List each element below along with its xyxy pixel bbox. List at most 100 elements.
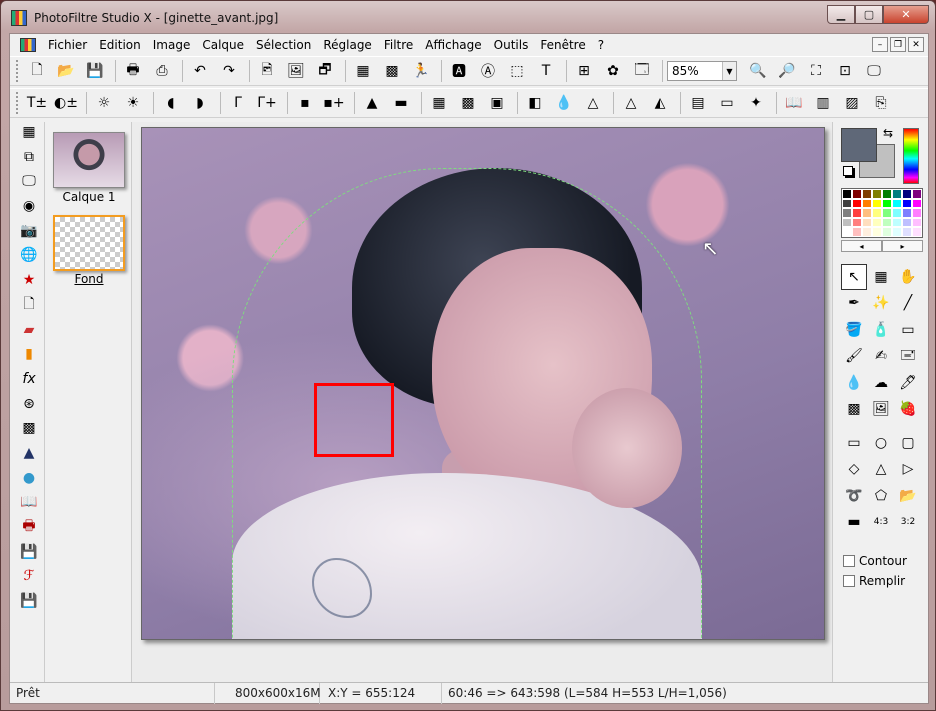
palette-icon[interactable]: ▩ <box>379 59 405 83</box>
fit-window-icon[interactable]: ⛶ <box>803 59 829 83</box>
palette-swatch[interactable] <box>892 189 902 199</box>
color-text-icon[interactable]: Ⓐ <box>475 59 501 83</box>
menu-fichier[interactable]: Fichier <box>42 38 93 52</box>
columns-icon[interactable]: ▥ <box>810 91 836 115</box>
clone-icon[interactable]: 🖊 <box>895 370 921 396</box>
run-icon[interactable]: 🏃 <box>408 59 434 83</box>
palette-swatch[interactable] <box>882 227 892 237</box>
globe-icon[interactable]: 🌐 <box>19 245 39 265</box>
color-spectrum[interactable] <box>903 128 919 184</box>
menu-reglage[interactable]: Réglage <box>317 38 378 52</box>
magic-wand-icon[interactable]: ✨ <box>868 291 894 317</box>
rounded-rect-icon[interactable]: ▢ <box>895 430 921 456</box>
mdi-close-button[interactable]: ✕ <box>908 37 924 52</box>
hand-icon[interactable]: ✋ <box>895 264 921 290</box>
script-icon[interactable]: ℱ <box>19 566 39 586</box>
gamma-up-icon[interactable]: Γ+ <box>254 91 280 115</box>
ratio-free-icon[interactable]: ▬ <box>841 510 867 536</box>
layer-label[interactable]: Fond <box>45 272 133 286</box>
mdi-minimize-button[interactable]: – <box>872 37 888 52</box>
export-icon[interactable]: ⎘ <box>868 91 894 115</box>
palette-swatch[interactable] <box>902 189 912 199</box>
print-icon[interactable]: 🖶 <box>120 59 146 83</box>
text-frame-icon[interactable]: 🅰 <box>446 59 472 83</box>
palette-prev-button[interactable]: ◂ <box>841 240 882 252</box>
stamp2-icon[interactable]: ✦ <box>743 91 769 115</box>
smudge-icon[interactable]: ☁ <box>868 370 894 396</box>
menu-image[interactable]: Image <box>147 38 197 52</box>
sharpen-icon[interactable]: △ <box>580 91 606 115</box>
blur-tool-icon[interactable]: 💧 <box>841 370 867 396</box>
open-folder-shape-icon[interactable]: 📂 <box>895 483 921 509</box>
zoom-out-icon[interactable]: 🔎 <box>774 59 800 83</box>
palette-swatch[interactable] <box>902 208 912 218</box>
contrast-up-icon[interactable]: ◗ <box>187 91 213 115</box>
palette-swatch[interactable] <box>902 227 912 237</box>
document-icon[interactable] <box>20 38 36 52</box>
app-icon[interactable] <box>11 10 27 26</box>
contour-option[interactable]: Contour <box>843 554 907 568</box>
palette-swatch[interactable] <box>892 227 902 237</box>
paste-new-icon[interactable]: 🗗 <box>312 59 338 83</box>
remplir-option[interactable]: Remplir <box>843 574 905 588</box>
ratio-3-2-icon[interactable]: 3:2 <box>895 510 921 536</box>
menu-affichage[interactable]: Affichage <box>419 38 487 52</box>
eyedropper-icon[interactable]: ✒ <box>841 291 867 317</box>
color-balance-icon[interactable]: ▬ <box>388 91 414 115</box>
palette-swatch[interactable] <box>872 217 882 228</box>
layer-thumb-calque1[interactable] <box>53 132 125 188</box>
fx-brush-icon[interactable]: ✍ <box>868 344 894 370</box>
palette-swatch[interactable] <box>892 217 902 228</box>
palette-swatch[interactable] <box>862 208 872 218</box>
paste-image-icon[interactable]: 🖼 <box>283 59 309 83</box>
open-folder-icon[interactable]: 📂 <box>53 59 79 83</box>
triangle-right-icon[interactable]: ▷ <box>895 457 921 483</box>
mdi-restore-button[interactable]: ❐ <box>890 37 906 52</box>
palette-swatch[interactable] <box>872 189 882 199</box>
paint-bucket-icon[interactable]: 🪣 <box>841 317 867 343</box>
levels-icon[interactable]: ▲ <box>359 91 385 115</box>
palette-swatch[interactable] <box>872 227 882 237</box>
palette-swatch[interactable] <box>862 217 872 228</box>
save-icon[interactable]: 💾 <box>82 59 108 83</box>
circle-icon[interactable]: ● <box>19 468 39 488</box>
polygon-icon[interactable]: ⬠ <box>868 483 894 509</box>
chevron-down-icon[interactable]: ▼ <box>722 62 736 80</box>
save-2000-icon[interactable]: 💾 <box>19 542 39 562</box>
palette-swatch[interactable] <box>882 217 892 228</box>
menu-selection[interactable]: Sélection <box>250 38 317 52</box>
grid-color-icon[interactable]: ▤ <box>685 91 711 115</box>
contour-checkbox[interactable] <box>843 555 855 567</box>
hierarchy-icon[interactable]: ⊞ <box>571 59 597 83</box>
palette-swatch[interactable] <box>862 227 872 237</box>
scanner-icon[interactable]: ⎙ <box>149 59 175 83</box>
palette-swatch[interactable] <box>902 198 912 209</box>
histogram-icon[interactable]: ▲ <box>19 443 39 463</box>
monitor-icon[interactable]: 🖵 <box>19 171 39 191</box>
palette-swatch[interactable] <box>842 198 852 209</box>
palette-swatch[interactable] <box>872 208 882 218</box>
palette-swatch[interactable] <box>852 227 862 237</box>
gradient-bar-icon[interactable]: ▮ <box>19 344 39 364</box>
palette-swatch[interactable] <box>882 208 892 218</box>
palette-swatch[interactable] <box>852 208 862 218</box>
palette-swatch[interactable] <box>852 217 862 228</box>
drop-icon[interactable]: 💧 <box>551 91 577 115</box>
toolbar-grip[interactable] <box>16 92 20 114</box>
ellipse-icon[interactable]: ○ <box>868 430 894 456</box>
remplir-checkbox[interactable] <box>843 575 855 587</box>
calculator-icon[interactable]: ▦ <box>19 122 39 142</box>
film-icon[interactable]: ⊛ <box>19 394 39 414</box>
contrast-down-icon[interactable]: ◖ <box>158 91 184 115</box>
brush-icon[interactable]: 🖌 <box>841 344 867 370</box>
title-bar[interactable]: PhotoFiltre Studio X - [ginette_avant.jp… <box>1 1 935 33</box>
book-icon[interactable]: 📖 <box>781 91 807 115</box>
frame-icon[interactable]: ▨ <box>839 91 865 115</box>
palette-swatch[interactable] <box>852 198 862 209</box>
gamma-down-icon[interactable]: Γ <box>225 91 251 115</box>
triangle-up-icon[interactable]: △ <box>868 457 894 483</box>
saturation-up-icon[interactable]: ▪+ <box>321 91 347 115</box>
mosaic-icon[interactable]: ▩ <box>19 418 39 438</box>
palette-swatch[interactable] <box>912 227 922 237</box>
lasso-icon[interactable]: ➰ <box>841 483 867 509</box>
